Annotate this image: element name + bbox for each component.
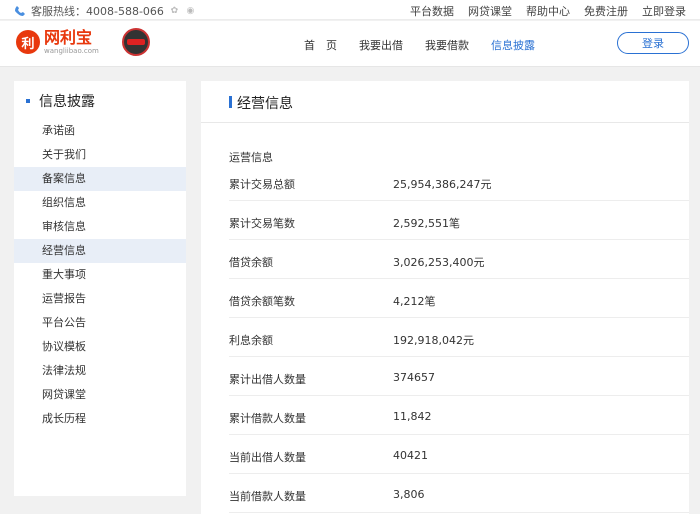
main-panel: 经营信息 运营信息 累计交易总额 25,954,386,247元 累计交易笔数 … [201, 81, 689, 514]
hotline: 客服热线：4008-588-066 ✿ ◉ [14, 3, 196, 19]
logo-domain: wangliibao.com [44, 47, 99, 55]
sidebar-item-filing[interactable]: 备案信息 [14, 167, 186, 191]
table-row: 借贷余额 3,026,253,400元 [229, 240, 689, 279]
sidebar-item-about[interactable]: 关于我们 [14, 143, 186, 167]
table-row: 累计交易笔数 2,592,551笔 [229, 201, 689, 240]
header: 利 网利宝 wangliibao.com 首 页 我要出借 我要借款 信息披露 … [0, 21, 700, 67]
link-help-center[interactable]: 帮助中心 [526, 3, 570, 19]
page-title: 经营信息 [237, 96, 293, 112]
link-platform-data[interactable]: 平台数据 [410, 3, 454, 19]
hotline-text: 客服热线：4008-588-066 [31, 5, 164, 18]
row-label: 累计交易笔数 [229, 217, 295, 230]
sidebar-item-reports[interactable]: 运营报告 [14, 287, 186, 311]
sidebar-item-operations[interactable]: 经营信息 [14, 239, 186, 263]
row-label: 当前出借人数量 [229, 451, 306, 464]
phone-icon [15, 6, 25, 16]
row-label: 当前借款人数量 [229, 490, 306, 503]
sidebar-menu: 承诺函 关于我们 备案信息 组织信息 审核信息 经营信息 重大事项 运营报告 平… [14, 119, 186, 431]
row-label: 累计出借人数量 [229, 373, 306, 386]
row-label: 累计交易总额 [229, 178, 295, 191]
sidebar-title-text: 信息披露 [39, 94, 95, 110]
row-value: 25,954,386,247元 [393, 178, 492, 191]
row-label: 累计借款人数量 [229, 412, 306, 425]
row-label: 借贷余额笔数 [229, 295, 295, 308]
row-label: 借贷余额 [229, 256, 273, 269]
table-row: 当前出借人数量 40421 [229, 435, 689, 474]
top-bar: 客服热线：4008-588-066 ✿ ◉ 平台数据 网贷课堂 帮助中心 免费注… [0, 0, 700, 20]
row-value: 374657 [393, 371, 435, 384]
link-register[interactable]: 免费注册 [584, 3, 628, 19]
login-button[interactable]: 登录 [617, 32, 689, 54]
partner-badge-icon [122, 28, 150, 56]
bullet-icon [26, 99, 30, 103]
table-row: 借贷余额笔数 4,212笔 [229, 279, 689, 318]
row-value: 11,842 [393, 410, 432, 423]
table-row: 累计出借人数量 374657 [229, 357, 689, 396]
table-row: 当前借款人数量 3,806 [229, 474, 689, 513]
sidebar-item-audit[interactable]: 审核信息 [14, 215, 186, 239]
link-login[interactable]: 立即登录 [642, 3, 686, 19]
sidebar-title: 信息披露 [26, 91, 95, 111]
logo[interactable]: 利 网利宝 wangliibao.com [16, 29, 99, 55]
link-loan-classroom[interactable]: 网贷课堂 [468, 3, 512, 19]
panel-header: 经营信息 [201, 81, 689, 123]
row-value: 40421 [393, 449, 428, 462]
wechat-icon[interactable]: ✿ [169, 6, 180, 17]
sidebar-item-commitment[interactable]: 承诺函 [14, 119, 186, 143]
stats-table: 累计交易总额 25,954,386,247元 累计交易笔数 2,592,551笔… [229, 162, 689, 513]
table-row: 累计交易总额 25,954,386,247元 [229, 162, 689, 201]
sidebar-item-announcements[interactable]: 平台公告 [14, 311, 186, 335]
row-value: 2,592,551笔 [393, 217, 460, 230]
sidebar-item-history[interactable]: 成长历程 [14, 407, 186, 431]
row-value: 192,918,042元 [393, 334, 474, 347]
sidebar-item-classroom[interactable]: 网贷课堂 [14, 383, 186, 407]
row-value: 3,026,253,400元 [393, 256, 485, 269]
logo-text: 网利宝 [44, 28, 93, 47]
nav-disclosure[interactable]: 信息披露 [491, 37, 535, 53]
nav-invest[interactable]: 我要出借 [359, 37, 403, 53]
row-value: 3,806 [393, 488, 425, 501]
title-bar-icon [229, 96, 232, 108]
weibo-icon[interactable]: ◉ [185, 6, 196, 17]
nav-home[interactable]: 首 页 [304, 37, 337, 53]
main-nav: 首 页 我要出借 我要借款 信息披露 [304, 37, 535, 53]
sidebar-item-major-events[interactable]: 重大事项 [14, 263, 186, 287]
row-label: 利息余额 [229, 334, 273, 347]
sidebar-item-laws[interactable]: 法律法规 [14, 359, 186, 383]
sidebar-item-templates[interactable]: 协议模板 [14, 335, 186, 359]
table-row: 利息余额 192,918,042元 [229, 318, 689, 357]
logo-icon: 利 [16, 30, 40, 54]
row-value: 4,212笔 [393, 295, 436, 308]
nav-borrow[interactable]: 我要借款 [425, 37, 469, 53]
table-row: 累计借款人数量 11,842 [229, 396, 689, 435]
sidebar: 信息披露 承诺函 关于我们 备案信息 组织信息 审核信息 经营信息 重大事项 运… [14, 81, 186, 496]
sidebar-item-organization[interactable]: 组织信息 [14, 191, 186, 215]
